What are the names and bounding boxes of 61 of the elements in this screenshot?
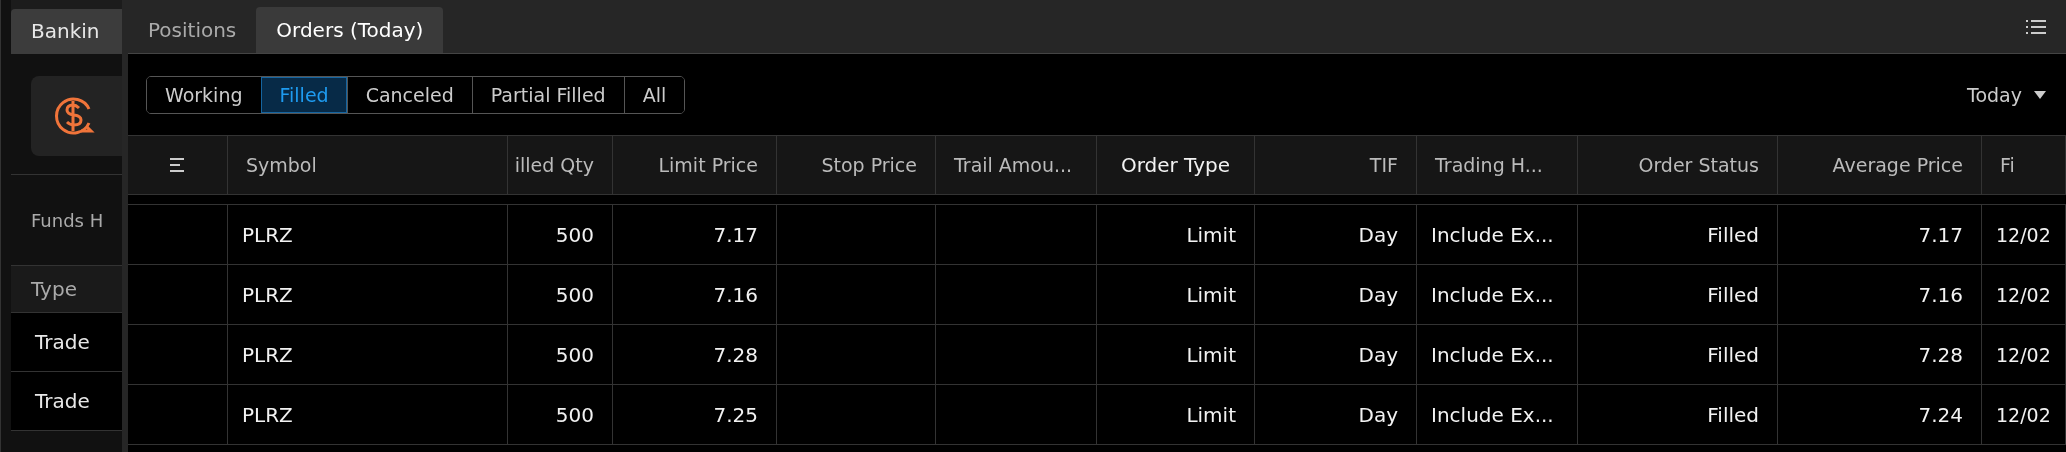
table-cell: Day xyxy=(1358,402,1398,427)
table-cell: PLRZ xyxy=(242,342,293,367)
table-cell: Filled xyxy=(1707,402,1759,427)
column-header[interactable]: Fi xyxy=(2000,154,2015,176)
table-cell: 500 xyxy=(555,222,594,247)
table-cell: 7.28 xyxy=(1918,342,1963,367)
table-cell: 7.16 xyxy=(1918,282,1963,307)
table-cell: 500 xyxy=(555,282,594,307)
table-cell: 12/02 xyxy=(1996,283,2051,306)
table-cell: PLRZ xyxy=(242,222,293,247)
column-header[interactable]: Average Price xyxy=(1832,154,1963,176)
column-header[interactable]: illed Qty xyxy=(514,154,594,176)
tab[interactable]: Orders (Today) xyxy=(256,7,444,53)
column-header[interactable]: Symbol xyxy=(246,154,317,176)
table-cell: Limit xyxy=(1186,402,1236,427)
table-cell: 12/02 xyxy=(1996,223,2051,246)
table-cell: Limit xyxy=(1186,222,1236,247)
table-cell: 12/02 xyxy=(1996,403,2051,426)
table-cell: Include Ex... xyxy=(1431,282,1554,307)
table-cell: PLRZ xyxy=(242,282,293,307)
table-cell: 500 xyxy=(555,402,594,427)
table-cell: 7.24 xyxy=(1918,402,1963,427)
table-cell: Trade xyxy=(35,330,90,354)
table-cell: PLRZ xyxy=(242,402,293,427)
list-icon[interactable] xyxy=(2026,19,2046,35)
table-cell: Filled xyxy=(1707,222,1759,247)
table-cell: Day xyxy=(1358,282,1398,307)
table-cell: 7.17 xyxy=(713,222,758,247)
table-cell: 500 xyxy=(555,342,594,367)
icon-card[interactable] xyxy=(31,76,122,156)
column-header[interactable]: Order Type xyxy=(1120,153,1231,177)
column-header[interactable]: Limit Price xyxy=(658,154,758,176)
table-cell: Trade xyxy=(35,389,90,413)
column-header[interactable]: Trail Amou... xyxy=(954,154,1073,176)
table-cell: Include Ex... xyxy=(1431,342,1554,367)
tab[interactable]: Bankin xyxy=(11,9,122,54)
table-cell: Limit xyxy=(1186,282,1236,307)
column-header[interactable]: TIF xyxy=(1369,154,1398,176)
table-cell: 12/02 xyxy=(1996,343,2051,366)
table-cell: Include Ex... xyxy=(1431,402,1554,427)
table-cell: Include Ex... xyxy=(1431,222,1554,247)
period-dropdown[interactable]: Today xyxy=(1967,79,2046,110)
column-header: Type xyxy=(31,277,77,301)
table-cell: Filled xyxy=(1707,282,1759,307)
table-cell: 7.16 xyxy=(713,282,758,307)
section-label: Funds H xyxy=(31,209,104,231)
caret-icon xyxy=(2034,90,2046,99)
filter-button[interactable]: All xyxy=(623,76,685,113)
table-cell: Day xyxy=(1358,222,1398,247)
tab[interactable]: Positions xyxy=(128,7,257,53)
table-cell: Limit xyxy=(1186,342,1236,367)
column-header[interactable]: Stop Price xyxy=(821,154,917,176)
column-header[interactable]: Trading H... xyxy=(1435,154,1543,176)
menu-icon[interactable] xyxy=(169,158,186,172)
filter-button[interactable]: Filled xyxy=(260,76,347,113)
table-cell: 7.25 xyxy=(713,402,758,427)
table-cell: Filled xyxy=(1707,342,1759,367)
column-header[interactable]: Order Status xyxy=(1638,154,1759,176)
table-cell: Day xyxy=(1358,342,1398,367)
table-cell: 7.28 xyxy=(713,342,758,367)
table-cell: 7.17 xyxy=(1918,222,1963,247)
